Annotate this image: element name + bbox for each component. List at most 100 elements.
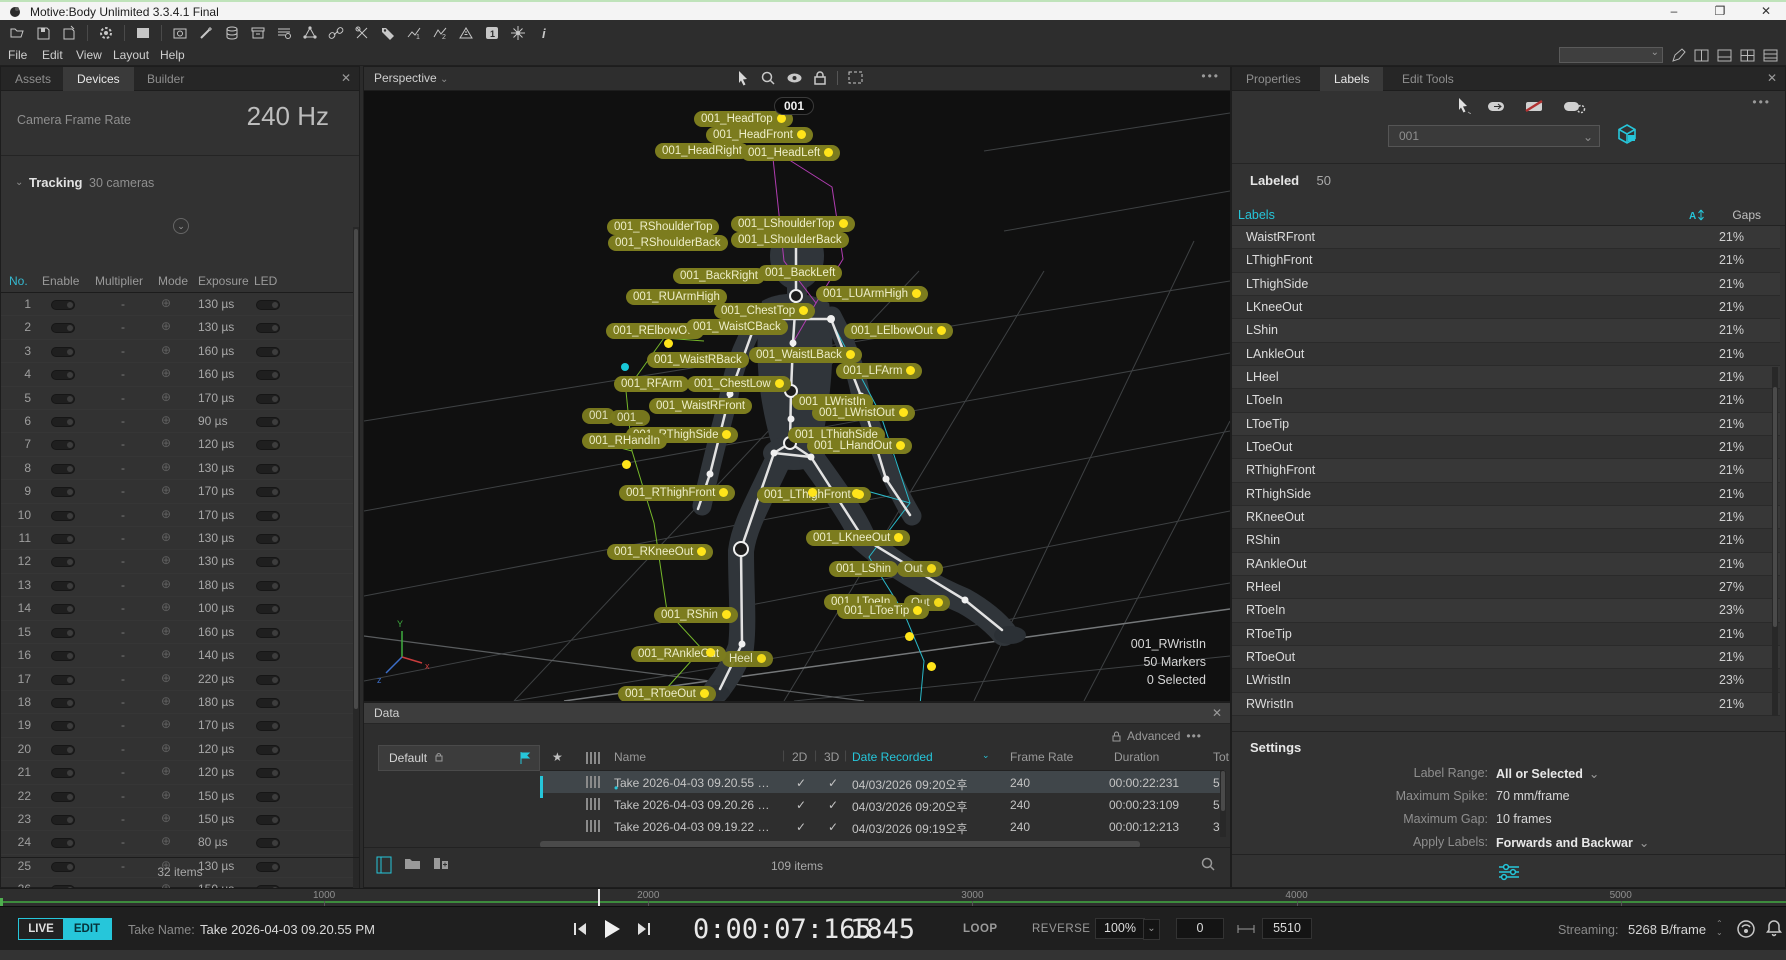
camera-row[interactable]: 23-⊕150 µs xyxy=(1,808,353,831)
camera-row[interactable]: 13-⊕180 µs xyxy=(1,574,353,597)
panel-rows-icon[interactable] xyxy=(1763,48,1778,63)
marker-label[interactable]: 001_RThighFront xyxy=(619,485,735,501)
led-toggle[interactable] xyxy=(256,440,280,450)
reverse-toggle[interactable]: REVERSE xyxy=(1032,923,1090,935)
gaps-header[interactable]: Gaps xyxy=(1732,208,1761,222)
range-end-input[interactable]: 5510 xyxy=(1262,918,1312,939)
col-take-name[interactable]: Name xyxy=(614,750,646,764)
led-toggle[interactable] xyxy=(256,628,280,638)
camera-row[interactable]: 9-⊕170 µs xyxy=(1,480,353,503)
tag-icon[interactable] xyxy=(377,23,399,43)
led-toggle[interactable] xyxy=(256,745,280,755)
led-toggle[interactable] xyxy=(256,698,280,708)
data-menu-icon[interactable]: ••• xyxy=(1186,729,1202,743)
label-row[interactable]: RThighSide21% xyxy=(1232,483,1780,506)
mode-icon[interactable]: ⊕ xyxy=(161,460,171,474)
take-row[interactable]: Take 2026-04-03 09.19.22 …✓✓04/03/2026 0… xyxy=(540,815,1224,837)
camera-row[interactable]: 10-⊕170 µs xyxy=(1,504,353,527)
takes-vscrollbar[interactable] xyxy=(1220,771,1226,837)
session-default[interactable]: Default xyxy=(378,745,540,771)
mode-icon[interactable]: ⊕ xyxy=(161,764,171,778)
settings-gear-icon[interactable] xyxy=(95,23,117,43)
label-row[interactable]: RToeOut21% xyxy=(1232,646,1780,669)
marker-label[interactable]: 001_RKneeOut xyxy=(607,544,713,560)
label-row[interactable]: RHeel27% xyxy=(1232,576,1780,599)
enable-toggle[interactable] xyxy=(51,557,75,567)
marker-dot[interactable] xyxy=(899,408,908,417)
exposure-value[interactable]: 160 µs xyxy=(198,625,234,639)
camera-icon[interactable] xyxy=(169,23,191,43)
menu-help[interactable]: Help xyxy=(160,48,185,62)
led-toggle[interactable] xyxy=(256,604,280,614)
exposure-value[interactable]: 170 µs xyxy=(198,508,234,522)
mode-icon[interactable]: ⊕ xyxy=(161,413,171,427)
label-row[interactable]: RWristIn21% xyxy=(1232,693,1780,716)
marker-dot[interactable] xyxy=(808,488,817,497)
enable-toggle[interactable] xyxy=(51,581,75,591)
col-3d[interactable]: 3D xyxy=(824,750,839,764)
exposure-value[interactable]: 120 µs xyxy=(198,742,234,756)
panel-grid-icon[interactable] xyxy=(1740,48,1755,63)
led-toggle[interactable] xyxy=(256,768,280,778)
marker-dot[interactable] xyxy=(775,379,784,388)
led-toggle[interactable] xyxy=(256,417,280,427)
enable-toggle[interactable] xyxy=(51,768,75,778)
marker-label[interactable]: 001_HeadRight xyxy=(655,143,749,159)
flag-icon[interactable] xyxy=(519,751,531,765)
mode-icon[interactable]: ⊕ xyxy=(161,296,171,310)
marker-sparkle-icon[interactable] xyxy=(507,23,529,43)
camera-row[interactable]: 2-⊕130 µs xyxy=(1,316,353,339)
archive-icon[interactable] xyxy=(247,23,269,43)
left-panel-close-icon[interactable]: ✕ xyxy=(341,71,351,85)
label-row[interactable]: LToeOut21% xyxy=(1232,436,1780,459)
led-toggle[interactable] xyxy=(256,675,280,685)
label-row[interactable]: LShin21% xyxy=(1232,319,1780,342)
marker-dot[interactable] xyxy=(912,289,921,298)
tracking-collapse-icon[interactable]: ⌄ xyxy=(15,177,23,188)
camera-row[interactable]: 7-⊕120 µs xyxy=(1,433,353,456)
exposure-value[interactable]: 90 µs xyxy=(198,414,228,428)
marker-dot[interactable] xyxy=(896,441,905,450)
enable-toggle[interactable] xyxy=(51,675,75,685)
exposure-value[interactable]: 170 µs xyxy=(198,718,234,732)
camera-row[interactable]: 11-⊕130 µs xyxy=(1,527,353,550)
marker-dot[interactable] xyxy=(722,430,731,439)
exposure-value[interactable]: 130 µs xyxy=(198,461,234,475)
camera-row[interactable]: 6-⊕90 µs xyxy=(1,410,353,433)
mode-icon[interactable]: ⊕ xyxy=(161,788,171,802)
label-row[interactable]: LToeIn21% xyxy=(1232,389,1780,412)
edit-layout-icon[interactable] xyxy=(1671,48,1686,63)
label-row[interactable]: LKneeOut21% xyxy=(1232,296,1780,319)
col-2d[interactable]: 2D xyxy=(792,750,807,764)
enable-toggle[interactable] xyxy=(51,534,75,544)
marker-dot[interactable] xyxy=(839,219,848,228)
current-frame-display[interactable]: 1845 xyxy=(850,914,915,945)
exposure-value[interactable]: 150 µs xyxy=(198,812,234,826)
mode-icon[interactable]: ⊕ xyxy=(161,647,171,661)
enable-toggle[interactable] xyxy=(51,464,75,474)
led-toggle[interactable] xyxy=(256,534,280,544)
camera-row[interactable]: 19-⊕170 µs xyxy=(1,714,353,737)
marker-label[interactable]: 001_LHandOut xyxy=(807,438,912,454)
marker-label[interactable]: 001_LUArmHigh xyxy=(816,286,928,302)
label-row[interactable]: LThighFront21% xyxy=(1232,249,1780,272)
mode-icon[interactable]: ⊕ xyxy=(161,600,171,614)
frame-rate-expander-icon[interactable]: ⌄ xyxy=(173,218,189,234)
measurement-icon[interactable] xyxy=(455,23,477,43)
label-row[interactable]: RThighFront21% xyxy=(1232,459,1780,482)
mode-icon[interactable]: ⊕ xyxy=(161,530,171,544)
tab-properties[interactable]: Properties xyxy=(1232,67,1315,91)
marker-label[interactable]: 001_RToeOut xyxy=(618,686,716,701)
col-frame-rate[interactable]: Frame Rate xyxy=(1010,750,1073,764)
notifications-bell-icon[interactable] xyxy=(1766,919,1782,937)
lock-selection-icon[interactable] xyxy=(813,70,827,86)
marker-label[interactable]: 001_RShin xyxy=(654,607,738,623)
marker-dot[interactable] xyxy=(913,606,922,615)
enable-toggle[interactable] xyxy=(51,838,75,848)
led-toggle[interactable] xyxy=(256,511,280,521)
marker-label[interactable]: 001_LShin xyxy=(829,561,898,577)
mode-icon[interactable]: ⊕ xyxy=(161,507,171,521)
tab-assets[interactable]: Assets xyxy=(1,67,65,91)
col-led[interactable]: LED xyxy=(254,274,277,288)
playhead[interactable] xyxy=(598,889,600,907)
